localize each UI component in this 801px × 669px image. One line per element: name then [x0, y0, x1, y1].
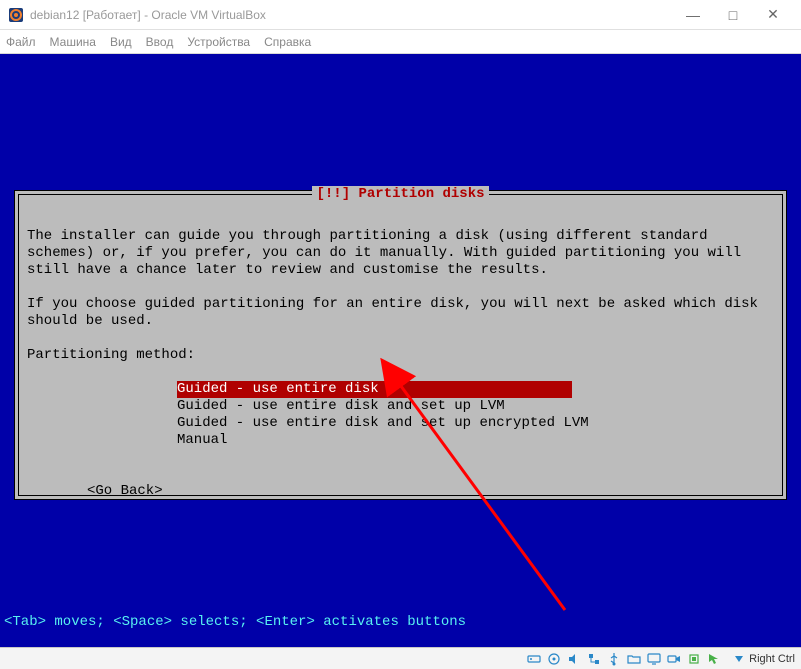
- minimize-button[interactable]: —: [673, 1, 713, 29]
- menu-devices[interactable]: Устройства: [187, 35, 250, 49]
- dialog-body: The installer can guide you through part…: [27, 211, 774, 487]
- keyboard-hint: <Tab> moves; <Space> selects; <Enter> ac…: [4, 614, 466, 631]
- host-key-label: Right Ctrl: [749, 653, 795, 665]
- network-icon[interactable]: [586, 651, 602, 667]
- host-key-indicator[interactable]: Right Ctrl: [732, 652, 795, 666]
- recording-icon[interactable]: [666, 651, 682, 667]
- keyboard-down-icon: [732, 652, 746, 666]
- dialog-paragraph-2: If you choose guided partitioning for an…: [27, 296, 758, 329]
- vm-display[interactable]: [!!] Partition disks The installer can g…: [0, 54, 801, 647]
- dialog-title: [!!] Partition disks: [312, 186, 488, 203]
- cpu-icon[interactable]: [686, 651, 702, 667]
- installer-dialog: [!!] Partition disks The installer can g…: [14, 190, 787, 500]
- maximize-button[interactable]: □: [713, 1, 753, 29]
- menu-help[interactable]: Справка: [264, 35, 311, 49]
- menu-file[interactable]: Файл: [6, 35, 36, 49]
- option-guided-encrypted-lvm[interactable]: Guided - use entire disk and set up encr…: [177, 415, 774, 432]
- go-back-button[interactable]: <Go Back>: [87, 483, 163, 499]
- usb-icon[interactable]: [606, 651, 622, 667]
- menu-bar: Файл Машина Вид Ввод Устройства Справка: [0, 30, 801, 54]
- option-manual[interactable]: Manual: [177, 432, 774, 449]
- option-guided-entire-disk[interactable]: Guided - use entire disk: [177, 381, 572, 398]
- status-bar: Right Ctrl: [0, 647, 801, 669]
- menu-input[interactable]: Ввод: [146, 35, 174, 49]
- hard-disk-icon[interactable]: [526, 651, 542, 667]
- option-guided-lvm[interactable]: Guided - use entire disk and set up LVM: [177, 398, 774, 415]
- dialog-prompt: Partitioning method:: [27, 347, 195, 363]
- menu-view[interactable]: Вид: [110, 35, 132, 49]
- dialog-paragraph-1: The installer can guide you through part…: [27, 228, 741, 278]
- window-title: debian12 [Работает] - Oracle VM VirtualB…: [30, 8, 266, 22]
- display-icon[interactable]: [646, 651, 662, 667]
- shared-folders-icon[interactable]: [626, 651, 642, 667]
- optical-drive-icon[interactable]: [546, 651, 562, 667]
- menu-machine[interactable]: Машина: [50, 35, 96, 49]
- mouse-integration-icon[interactable]: [706, 651, 722, 667]
- window-titlebar: debian12 [Работает] - Oracle VM VirtualB…: [0, 0, 801, 30]
- virtualbox-icon: [8, 7, 24, 23]
- audio-icon[interactable]: [566, 651, 582, 667]
- close-button[interactable]: ✕: [753, 1, 793, 29]
